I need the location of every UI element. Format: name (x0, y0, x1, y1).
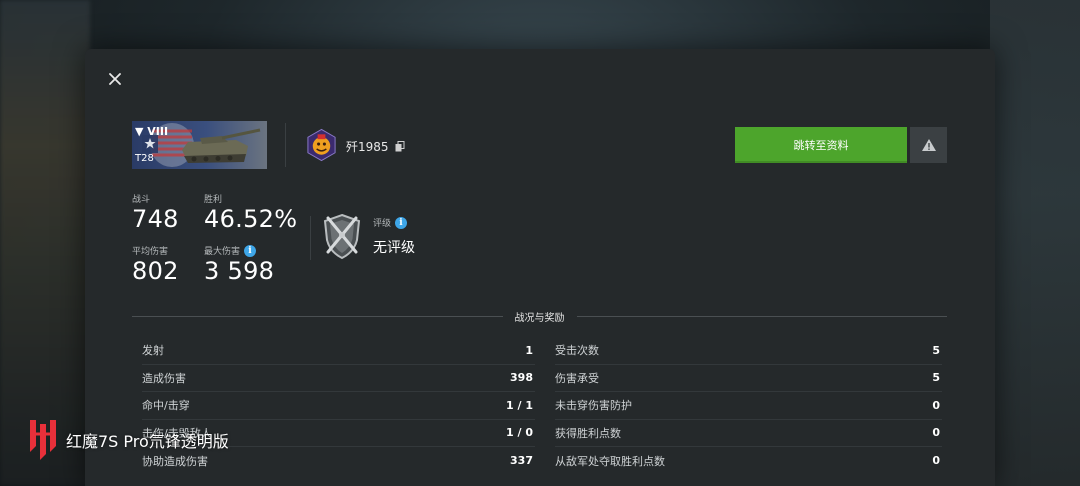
row-value: 1 / 0 (506, 426, 533, 440)
player-name-block: 歼1985 (346, 138, 405, 155)
row-value: 5 (932, 343, 940, 357)
rating-label: 评级 (373, 219, 392, 229)
table-row: 未击穿伤害防护 0 (555, 392, 942, 420)
player-name: 歼1985 (346, 140, 389, 154)
watermark-text: 红魔7S Pro氘锋透明版 (66, 432, 229, 451)
column-gap (535, 337, 555, 475)
section-line-right (576, 315, 947, 317)
stats-column-right: 受击次数 5 伤害承受 5 未击穿伤害防护 0 获得胜利点数 0 从敌军处夺取胜利点数 0 (555, 337, 942, 475)
stat-max-damage: 最大伤害 i 3 598 (204, 244, 274, 285)
row-label: 未击穿伤害防护 (555, 399, 632, 413)
close-icon (109, 73, 121, 85)
header-divider (285, 123, 286, 167)
row-value: 0 (932, 398, 940, 412)
stat-max-damage-label: 最大伤害 (204, 247, 241, 257)
section-line-left (132, 315, 503, 317)
redmagic-logo-icon (30, 420, 56, 460)
table-row: 发射 1 (142, 337, 535, 365)
stats-table: 发射 1 造成伤害 398 命中/击穿 1 / 1 击伤/击毁敌人 1 / 0 协助造成伤害 33… (142, 337, 942, 475)
table-row: 获得胜利点数 0 (555, 420, 942, 447)
table-row: 造成伤害 398 (142, 365, 535, 392)
copy-icon[interactable] (395, 141, 405, 152)
table-row: 命中/击穿 1 / 1 (142, 392, 535, 420)
stat-battles-value: 748 (132, 205, 179, 233)
row-label: 命中/击穿 (142, 399, 190, 413)
rating-divider (310, 216, 311, 260)
row-value: 337 (510, 454, 533, 468)
tank-tier: ▼ VIII (135, 125, 169, 138)
row-label: 伤害承受 (555, 371, 599, 385)
row-label: 受击次数 (555, 344, 599, 358)
tank-name: T28 (135, 153, 154, 164)
row-label: 获得胜利点数 (555, 426, 621, 440)
info-icon[interactable]: i (395, 216, 408, 229)
stat-battles-label: 战斗 (132, 195, 151, 205)
row-value: 0 (932, 426, 940, 440)
row-label: 发射 (142, 344, 164, 358)
section-title: 战况与奖励 (514, 312, 565, 324)
stat-avg-damage-value: 802 (132, 257, 179, 285)
row-label: 从敌军处夺取胜利点数 (555, 454, 665, 468)
info-icon[interactable]: i (244, 244, 257, 257)
device-watermark: 红魔7S Pro氘锋透明版 (26, 418, 229, 462)
row-value: 5 (932, 371, 940, 385)
section-header: 战况与奖励 (132, 308, 947, 324)
stat-wins: 胜利 46.52% (204, 192, 297, 233)
close-button[interactable] (105, 69, 125, 89)
stat-max-damage-value: 3 598 (204, 257, 275, 285)
stat-wins-label: 胜利 (204, 195, 223, 205)
shield-swords-icon (323, 213, 361, 260)
rating-value: 无评级 (373, 240, 415, 256)
tank-icon (182, 128, 261, 163)
stat-max-damage-label-row: 最大伤害 i (204, 244, 274, 257)
row-value: 1 / 1 (506, 398, 533, 412)
stat-wins-value: 46.52% (204, 205, 298, 233)
goto-profile-button[interactable]: 跳转至资料 (735, 127, 907, 163)
stat-avg-damage: 平均伤害 802 (132, 244, 179, 285)
tank-tier-label: VIII (147, 125, 169, 138)
stat-avg-damage-label: 平均伤害 (132, 247, 169, 257)
table-row: 从敌军处夺取胜利点数 0 (555, 447, 942, 475)
rating-label-row: 评级 i (373, 216, 408, 229)
report-button[interactable] (910, 127, 947, 163)
tank-card: ▼ VIII T28 (132, 121, 267, 169)
background-right (990, 0, 1080, 486)
row-value: 398 (510, 371, 533, 385)
clan-emblem-icon (307, 128, 336, 162)
row-label: 造成伤害 (142, 371, 186, 385)
row-value: 1 (525, 343, 533, 357)
table-row: 伤害承受 5 (555, 365, 942, 392)
row-value: 0 (932, 454, 940, 468)
background-left (0, 0, 90, 486)
table-row: 受击次数 5 (555, 337, 942, 365)
warning-icon (921, 139, 936, 151)
stat-battles: 战斗 748 (132, 192, 179, 233)
